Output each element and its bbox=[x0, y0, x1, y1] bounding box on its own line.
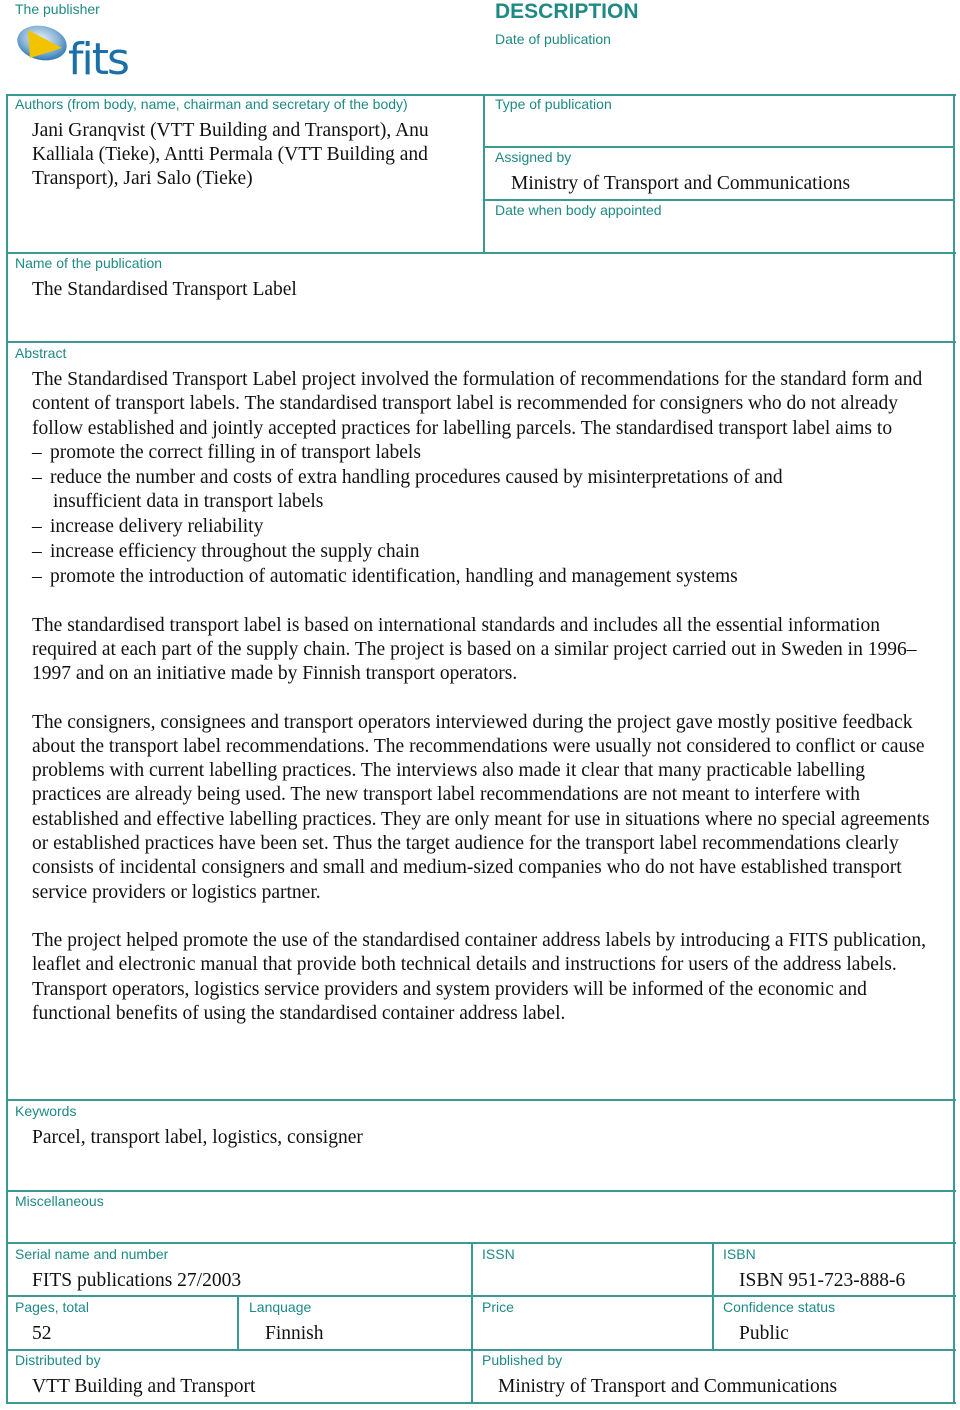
list-item: – reduce the number and costs of extra ha… bbox=[32, 466, 783, 513]
list-item: – promote the correct filling in of trans… bbox=[32, 441, 421, 463]
divider bbox=[6, 1295, 956, 1297]
abstract-paragraph: The consigners, consignees and transport… bbox=[32, 711, 930, 903]
serial-value: FITS publications 27/2003 bbox=[32, 1270, 242, 1291]
list-item: – increase efficiency throughout the supp… bbox=[32, 541, 420, 563]
serial-label: Serial name and number bbox=[15, 1246, 169, 1262]
date-body-appointed-label: Date when body appointed bbox=[495, 202, 662, 218]
divider bbox=[6, 341, 956, 343]
divider bbox=[6, 252, 956, 254]
publication-name-value: The Standardised Transport Label bbox=[32, 279, 297, 300]
language-label: Lanquage bbox=[249, 1299, 312, 1315]
divider bbox=[953, 94, 955, 1404]
divider bbox=[6, 94, 8, 1404]
date-of-publication-label: Date of publication bbox=[495, 31, 611, 47]
assigned-by-value: Ministry of Transport and Communications bbox=[511, 173, 851, 194]
price-label: Price bbox=[482, 1299, 514, 1315]
abstract-label: Abstract bbox=[15, 345, 67, 361]
publication-name-label: Name of the publication bbox=[15, 255, 163, 271]
language-value: Finnish bbox=[265, 1323, 324, 1344]
divider bbox=[6, 1402, 956, 1404]
divider bbox=[6, 1099, 956, 1101]
miscellaneous-label: Miscellaneous bbox=[15, 1193, 104, 1209]
confidence-status-value: Public bbox=[739, 1323, 789, 1344]
abstract-intro: The Standardised Transport Label project… bbox=[32, 369, 923, 439]
type-of-publication-label: Type of publication bbox=[495, 96, 612, 112]
divider bbox=[471, 1242, 473, 1404]
divider bbox=[6, 1242, 956, 1244]
document-title: DESCRIPTION bbox=[495, 0, 639, 23]
divider bbox=[483, 94, 485, 253]
divider bbox=[483, 199, 955, 201]
abstract-aims-list: – promote the correct filling in of trans… bbox=[32, 441, 937, 590]
divider bbox=[6, 1349, 956, 1351]
authors-label: Authors (from body, name, chairman and s… bbox=[15, 96, 408, 112]
isbn-label: ISBN bbox=[723, 1246, 756, 1262]
issn-label: ISSN bbox=[482, 1246, 515, 1262]
fits-logo: fits bbox=[17, 25, 130, 85]
publisher-label: The publisher bbox=[15, 1, 100, 17]
list-item: – promote the introduction of automatic i… bbox=[32, 565, 738, 587]
abstract-paragraph: The project helped promote the use of th… bbox=[32, 929, 927, 1024]
list-item: – increase delivery reliability bbox=[32, 516, 264, 538]
published-by-label: Published by bbox=[482, 1352, 563, 1368]
confidence-status-label: Confidence status bbox=[723, 1299, 836, 1315]
divider bbox=[6, 1190, 956, 1192]
isbn-value: ISBN 951-723-888-6 bbox=[739, 1270, 906, 1291]
distributed-by-label: Distributed by bbox=[15, 1352, 101, 1368]
distributed-by-value: VTT Building and Transport bbox=[32, 1376, 256, 1397]
keywords-label: Keywords bbox=[15, 1103, 77, 1119]
keywords-value: Parcel, transport label, logistics, cons… bbox=[32, 1127, 363, 1148]
fits-logo-text: fits bbox=[68, 34, 128, 85]
pages-value: 52 bbox=[32, 1323, 52, 1344]
authors-value: Jani Granqvist (VTT Building and Transpo… bbox=[32, 120, 429, 189]
published-by-value: Ministry of Transport and Communications bbox=[498, 1376, 838, 1397]
fits-logo-ellipse-icon bbox=[17, 25, 67, 61]
abstract-paragraph: The standardised transport label is base… bbox=[32, 614, 917, 685]
abstract-body: The Standardised Transport Label project… bbox=[32, 368, 937, 1026]
assigned-by-label: Assigned by bbox=[495, 149, 572, 165]
divider bbox=[712, 1242, 714, 1351]
pages-label: Pages, total bbox=[15, 1299, 89, 1315]
divider bbox=[237, 1295, 239, 1351]
divider bbox=[483, 146, 955, 148]
